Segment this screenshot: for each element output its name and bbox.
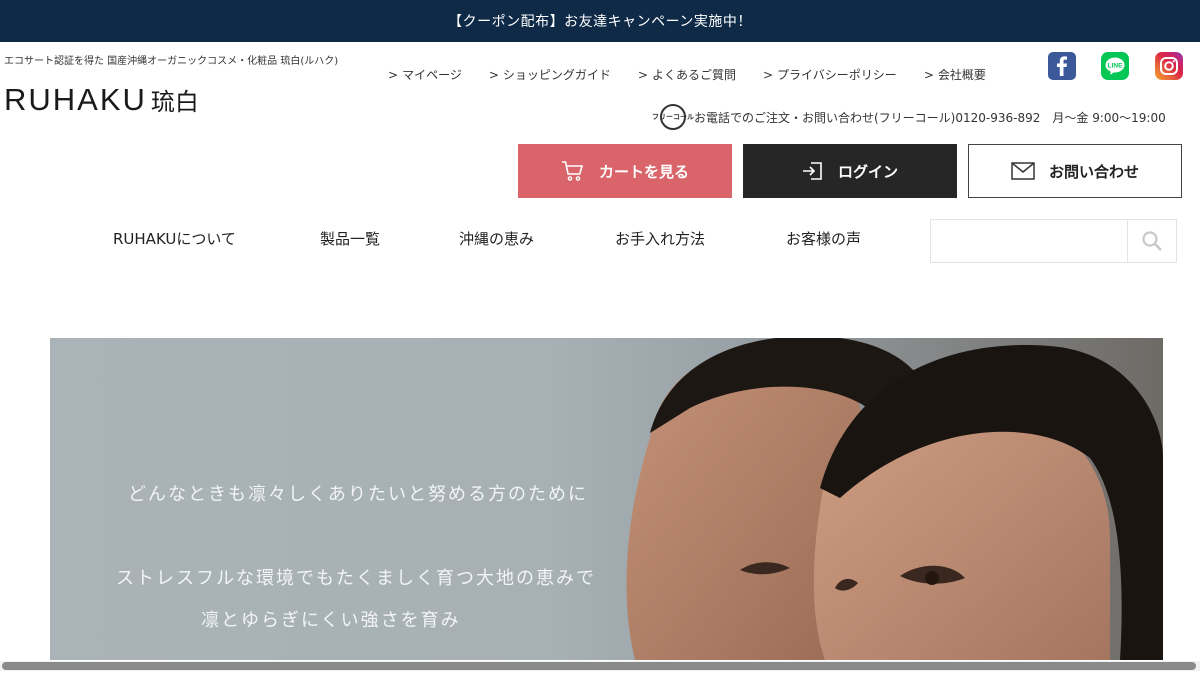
utility-nav: > マイページ > ショッピングガイド > よくあるご質問 > プライバシーポリシー >… [388, 66, 1013, 83]
hero-copy-line2: ストレスフルな環境でもたくましく育つ大地の恵みで [116, 568, 596, 589]
util-link-faq[interactable]: > よくあるご質問 [638, 66, 736, 83]
nav-okinawa-gifts[interactable]: 沖縄の恵み [459, 228, 534, 249]
hero-copy-line1: どんなときも凛々しくありたいと努める方のために [128, 484, 588, 505]
chevron-right-icon: > [762, 68, 774, 82]
chevron-right-icon: > [388, 68, 399, 82]
contact-button[interactable]: お問い合わせ [968, 144, 1182, 198]
svg-text:LINE: LINE [1108, 63, 1123, 70]
login-button[interactable]: ログイン [743, 144, 957, 198]
instagram-icon[interactable] [1155, 52, 1183, 80]
mail-icon [1011, 162, 1035, 180]
util-link-company[interactable]: > 会社概要 [924, 66, 986, 83]
site-logo[interactable]: RUHAKU 琉白 [4, 82, 199, 118]
util-link-privacy-policy[interactable]: > プライバシーポリシー [763, 66, 897, 83]
chevron-right-icon: > [637, 68, 648, 82]
view-cart-label: カートを見る [598, 162, 689, 181]
nav-skincare-method[interactable]: お手入れ方法 [615, 228, 705, 249]
util-link-mypage[interactable]: > マイページ [388, 66, 462, 83]
line-icon[interactable]: LINE [1101, 52, 1129, 80]
freecall-badge-icon: フリーコール [652, 104, 694, 130]
chevron-right-icon: > [488, 68, 499, 82]
top-announcement-bar[interactable]: 【クーポン配布】お友達キャンペーン実施中！ [0, 0, 1200, 42]
nav-customer-voices[interactable]: お客様の声 [786, 228, 861, 249]
facebook-icon[interactable] [1048, 52, 1076, 80]
contact-label: お問い合わせ [1048, 162, 1139, 181]
util-link-shopping-guide[interactable]: > ショッピングガイド [489, 66, 611, 83]
logo-text-en: RUHAKU [4, 82, 147, 117]
nav-products[interactable]: 製品一覧 [320, 228, 380, 249]
nav-about[interactable]: RUHAKUについて [113, 228, 236, 249]
login-label: ログイン [837, 162, 898, 181]
hero-copy-line3: 凛とゆらぎにくい強さを育み [201, 610, 461, 631]
search-button[interactable] [1127, 220, 1176, 262]
hero-banner[interactable]: どんなときも凛々しくありたいと努める方のために ストレスフルな環境でもたくましく… [50, 338, 1163, 660]
horizontal-scrollbar[interactable] [0, 661, 1200, 671]
scrollbar-thumb[interactable] [2, 662, 1196, 670]
chevron-right-icon: > [923, 68, 934, 82]
site-tagline: エコサート認証を得た 国産沖縄オーガニックコスメ・化粧品 琉白(ルハク) [4, 56, 339, 67]
logo-text-ja: 琉白 [150, 88, 199, 116]
announcement-text[interactable]: 【クーポン配布】お友達キャンペーン実施中！ [448, 11, 752, 31]
login-icon [802, 162, 822, 180]
view-cart-button[interactable]: カートを見る [518, 144, 732, 198]
search-icon [1142, 231, 1163, 251]
cart-icon [561, 161, 584, 181]
search-input[interactable] [931, 220, 1128, 262]
phone-contact-info: フリーコール お電話でのご注文・お問い合わせ(フリーコール)0120-936-8… [652, 104, 1166, 130]
phone-text: お電話でのご注文・お問い合わせ(フリーコール)0120-936-892 月〜金 … [694, 110, 1166, 125]
search-box [930, 219, 1177, 263]
